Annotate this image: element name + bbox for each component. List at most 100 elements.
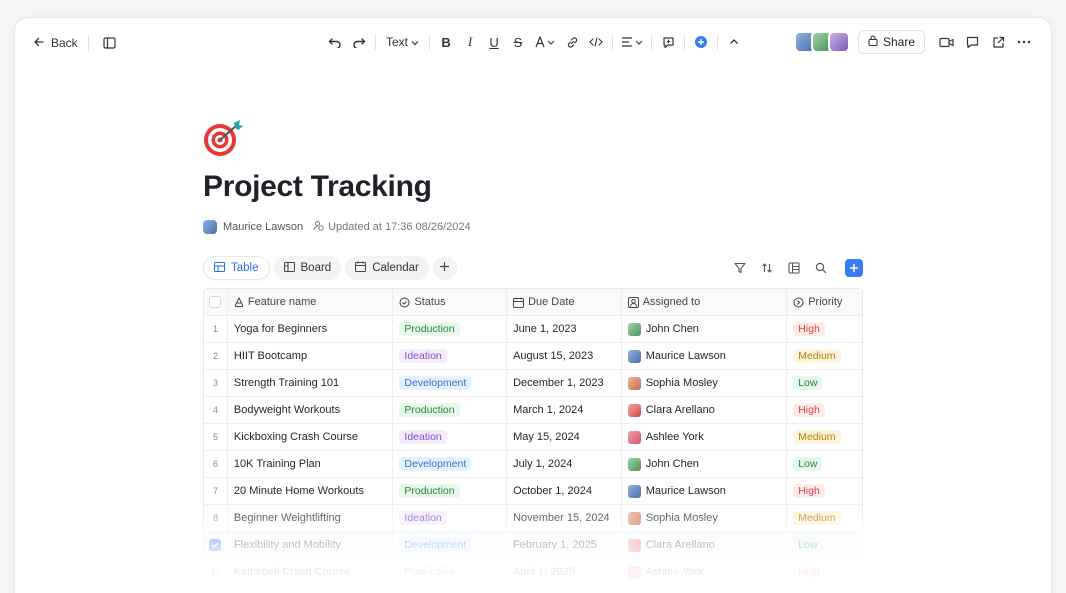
feature-cell[interactable]: Kickboxing Crash Course: [228, 424, 394, 450]
columns-settings-icon[interactable]: [783, 257, 805, 279]
column-header-feature[interactable]: Feature name: [228, 289, 394, 315]
italic-icon[interactable]: I: [458, 31, 482, 53]
status-cell[interactable]: Development: [393, 451, 508, 477]
page-title[interactable]: Project Tracking: [203, 170, 863, 204]
table-row[interactable]: 2 HIIT Bootcamp Ideation August 15, 2023 Mau…: [204, 343, 862, 370]
filter-icon[interactable]: [729, 257, 751, 279]
comments-icon[interactable]: [959, 31, 985, 53]
status-cell[interactable]: Production: [393, 478, 508, 504]
sort-icon[interactable]: [756, 257, 778, 279]
row-index-cell[interactable]: 10: [204, 559, 228, 585]
feature-cell[interactable]: HIIT Bootcamp: [228, 343, 394, 369]
assignee-cell[interactable]: Maurice Lawson: [622, 478, 788, 504]
target-dart-icon[interactable]: [203, 118, 247, 158]
assignee-cell[interactable]: Maurice Lawson: [622, 343, 788, 369]
strikethrough-icon[interactable]: S: [506, 31, 530, 53]
row-index-cell[interactable]: 1: [204, 316, 228, 342]
more-icon[interactable]: [1011, 31, 1037, 53]
due-date-cell[interactable]: October 1, 2024: [507, 478, 622, 504]
priority-cell[interactable]: Low: [787, 451, 862, 477]
row-index-cell[interactable]: 4: [204, 397, 228, 423]
table-row[interactable]: 8 Beginner Weightlifting Ideation November …: [204, 505, 862, 532]
status-cell[interactable]: Ideation: [393, 424, 508, 450]
due-date-cell[interactable]: November 15, 2024: [507, 505, 622, 531]
status-cell[interactable]: Production: [393, 316, 508, 342]
tab-table[interactable]: Table: [203, 256, 270, 280]
priority-cell[interactable]: High: [787, 316, 862, 342]
assignee-cell[interactable]: John Chen: [622, 451, 788, 477]
due-date-cell[interactable]: March 1, 2024: [507, 397, 622, 423]
table-row[interactable]: 10 Kettlebell Crash Course Production April…: [204, 559, 862, 586]
status-cell[interactable]: Ideation: [393, 343, 508, 369]
feature-cell[interactable]: Bodyweight Workouts: [228, 397, 394, 423]
feature-cell[interactable]: Strength Training 101: [228, 370, 394, 396]
due-date-cell[interactable]: April 1, 2025: [507, 559, 622, 585]
table-row[interactable]: 3 Strength Training 101 Development Decembe…: [204, 370, 862, 397]
priority-cell[interactable]: High: [787, 397, 862, 423]
assignee-cell[interactable]: Clara Arellano: [622, 532, 788, 558]
author-name[interactable]: Maurice Lawson: [223, 221, 303, 233]
chevron-up-icon[interactable]: [722, 31, 746, 53]
row-index-cell[interactable]: 8: [204, 505, 228, 531]
select-all-cell[interactable]: [204, 289, 228, 315]
tab-calendar[interactable]: Calendar: [345, 256, 429, 280]
priority-cell[interactable]: High: [787, 559, 862, 585]
priority-cell[interactable]: Medium: [787, 343, 862, 369]
assignee-cell[interactable]: Ashlee York: [622, 424, 788, 450]
feature-cell[interactable]: Beginner Weightlifting: [228, 505, 394, 531]
row-index-cell[interactable]: 7: [204, 478, 228, 504]
search-icon[interactable]: [810, 257, 832, 279]
row-index-cell[interactable]: [204, 532, 228, 558]
video-icon[interactable]: [933, 31, 959, 53]
priority-cell[interactable]: Medium: [787, 505, 862, 531]
column-header-due-date[interactable]: Due Date: [507, 289, 622, 315]
feature-cell[interactable]: 20 Minute Home Workouts: [228, 478, 394, 504]
tab-board[interactable]: Board: [273, 256, 342, 280]
assignee-cell[interactable]: Sophia Mosley: [622, 370, 788, 396]
assignee-cell[interactable]: Ashlee York: [622, 559, 788, 585]
comment-add-icon[interactable]: [656, 31, 680, 53]
insert-plus-icon[interactable]: [689, 31, 713, 53]
due-date-cell[interactable]: June 1, 2023: [507, 316, 622, 342]
underline-icon[interactable]: U: [482, 31, 506, 53]
feature-cell[interactable]: Kettlebell Crash Course: [228, 559, 394, 585]
due-date-cell[interactable]: May 15, 2024: [507, 424, 622, 450]
priority-cell[interactable]: High: [787, 478, 862, 504]
due-date-cell[interactable]: August 15, 2023: [507, 343, 622, 369]
back-button[interactable]: Back: [33, 36, 78, 51]
table-row[interactable]: 5 Kickboxing Crash Course Ideation May 15, …: [204, 424, 862, 451]
font-color-icon[interactable]: [530, 31, 560, 53]
column-header-status[interactable]: Status: [393, 289, 508, 315]
assignee-cell[interactable]: Clara Arellano: [622, 397, 788, 423]
row-index-cell[interactable]: 6: [204, 451, 228, 477]
row-index-cell[interactable]: 5: [204, 424, 228, 450]
sidebar-toggle-icon[interactable]: [99, 32, 121, 54]
row-checkbox[interactable]: [209, 539, 222, 551]
status-cell[interactable]: Development: [393, 532, 508, 558]
feature-cell[interactable]: 10K Training Plan: [228, 451, 394, 477]
open-external-icon[interactable]: [985, 31, 1011, 53]
due-date-cell[interactable]: July 1, 2024: [507, 451, 622, 477]
share-button[interactable]: Share: [857, 30, 925, 54]
align-left-icon[interactable]: [617, 31, 647, 53]
feature-cell[interactable]: Yoga for Beginners: [228, 316, 394, 342]
status-cell[interactable]: Production: [393, 397, 508, 423]
collaborator-avatars[interactable]: [793, 31, 850, 53]
priority-cell[interactable]: Low: [787, 370, 862, 396]
add-record-button[interactable]: [845, 259, 863, 277]
status-cell[interactable]: Ideation: [393, 505, 508, 531]
priority-cell[interactable]: Low: [787, 532, 862, 558]
table-row[interactable]: 4 Bodyweight Workouts Production March 1, 2…: [204, 397, 862, 424]
table-row[interactable]: 1 Yoga for Beginners Production June 1, 202…: [204, 316, 862, 343]
column-header-assigned[interactable]: Assigned to: [622, 289, 788, 315]
row-index-cell[interactable]: 3: [204, 370, 228, 396]
status-cell[interactable]: Production: [393, 559, 508, 585]
row-index-cell[interactable]: 2: [204, 343, 228, 369]
code-icon[interactable]: [584, 31, 608, 53]
table-row[interactable]: Flexibility and Mobility Development Febru…: [204, 532, 862, 559]
bold-icon[interactable]: B: [434, 31, 458, 53]
assignee-cell[interactable]: Sophia Mosley: [622, 505, 788, 531]
table-row[interactable]: 7 20 Minute Home Workouts Production Octobe…: [204, 478, 862, 505]
link-icon[interactable]: [560, 31, 584, 53]
status-cell[interactable]: Development: [393, 370, 508, 396]
